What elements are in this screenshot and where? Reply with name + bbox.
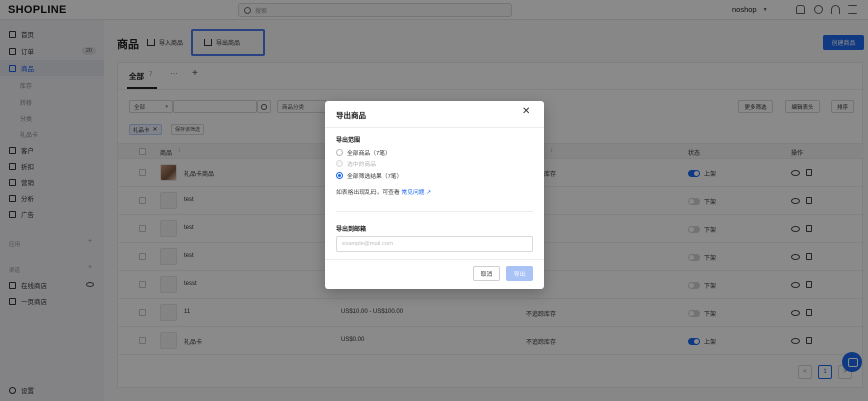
radio-label: 全部筛选结果（7笔）	[347, 174, 403, 180]
radio-button[interactable]	[336, 149, 343, 156]
note-text: 如表格出现乱码，可查看	[336, 190, 400, 196]
export-products-dialog: 导出商品 ✕ 导出范围 全部商品（7笔） 选中的商品 全部筛选结果（7笔） 如表…	[325, 101, 544, 289]
dialog-section-divider	[336, 211, 533, 212]
radio-label: 全部商品（7笔）	[347, 151, 391, 157]
cancel-button[interactable]: 取消	[473, 266, 500, 281]
radio-button	[336, 160, 343, 167]
radio-label: 选中的商品	[347, 162, 376, 168]
radio-selected-products: 选中的商品	[336, 159, 376, 168]
external-link-icon[interactable]: ↗	[426, 190, 431, 196]
close-icon[interactable]: ✕	[522, 107, 530, 117]
faq-link[interactable]: 常见问题	[401, 190, 424, 196]
encoding-note: 如表格出现乱码，可查看 常见问题 ↗	[336, 187, 431, 196]
dialog-footer-divider	[325, 259, 544, 260]
email-label: 导出到邮箱	[336, 227, 367, 233]
radio-button[interactable]	[336, 172, 343, 179]
radio-filtered-results[interactable]: 全部筛选结果（7笔）	[336, 171, 402, 180]
export-button[interactable]: 导出	[506, 266, 533, 281]
dialog-title: 导出商品	[336, 111, 366, 120]
radio-all-products[interactable]: 全部商品（7笔）	[336, 148, 391, 157]
dialog-header-divider	[325, 127, 544, 128]
export-range-label: 导出范围	[336, 138, 361, 144]
email-field[interactable]: example@mail.com	[336, 236, 533, 252]
